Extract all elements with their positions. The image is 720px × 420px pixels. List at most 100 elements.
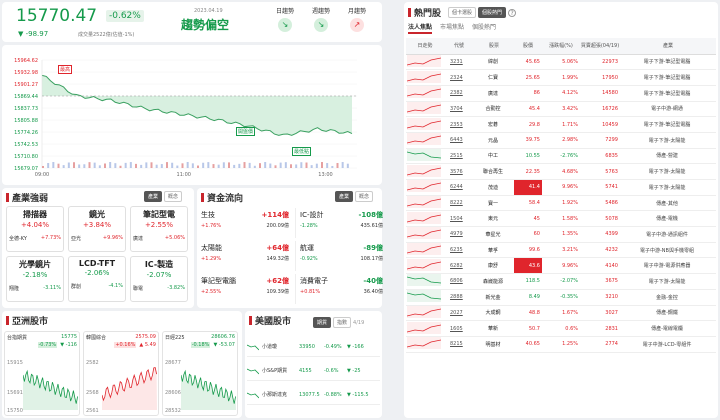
help-icon[interactable]: ?: [508, 8, 517, 17]
flow-item[interactable]: 太陽能 +64億 +1.29% 149.32億: [201, 241, 289, 271]
stock-name[interactable]: 寶一: [474, 195, 514, 212]
stock-name[interactable]: 廣達: [474, 85, 514, 102]
stock-name[interactable]: 康舒: [474, 257, 514, 275]
stock-name[interactable]: 東元: [474, 210, 514, 228]
tab-index[interactable]: 指數: [333, 317, 352, 328]
stock-code[interactable]: 3231: [444, 54, 474, 71]
table-row[interactable]: 8215 明基材 40.65 1.25% 2774 電子中游-LCD-零組件: [406, 336, 716, 353]
stock-code[interactable]: 2324: [444, 69, 474, 86]
col-header[interactable]: 漲跌幅(%): [542, 38, 580, 55]
table-row[interactable]: 1504 東元 45 1.58% 5078 傳產-電機: [406, 210, 716, 228]
stock-name[interactable]: 華星光: [474, 226, 514, 243]
ma-button-weekly[interactable]: 週趨勢 ↘: [306, 6, 336, 32]
stock-code[interactable]: 2515: [444, 148, 474, 165]
table-row[interactable]: 2382 廣達 86 4.12% 14580 電子下游-筆記型電腦: [406, 85, 716, 102]
table-row[interactable]: 4979 華星光 60 1.35% 4399 電子中游-通訊組件: [406, 226, 716, 243]
tab-industry[interactable]: 產業: [335, 191, 354, 202]
stock-code[interactable]: 6235: [444, 242, 474, 259]
col-header[interactable]: 股票: [474, 38, 514, 55]
toggle-card[interactable]: 個卡選股: [448, 7, 477, 18]
stock-code[interactable]: 6443: [444, 132, 474, 149]
stock-name[interactable]: 元晶: [474, 132, 514, 149]
stock-code[interactable]: 1504: [444, 210, 474, 228]
table-row[interactable]: 2515 中工 10.55 -2.76% 6835 傳產-營建: [406, 148, 716, 165]
stock-name[interactable]: 新光金: [474, 289, 514, 306]
asia-market-card[interactable]: 日經225 28606.76 -0.18% ▼ -53.07 28677 286…: [162, 331, 238, 416]
tab-industry[interactable]: 產業: [144, 191, 163, 202]
stock-code[interactable]: 6282: [444, 257, 474, 275]
stock-name[interactable]: 中工: [474, 148, 514, 165]
leader-stock[interactable]: 全德-KY: [9, 235, 27, 242]
ma-button-daily[interactable]: 日趨勢 ↘: [270, 6, 300, 32]
us-index-row[interactable]: 小S&P期貨 4155 -0.6% ▼ -25: [247, 361, 380, 381]
stock-name[interactable]: 聯合再生: [474, 163, 514, 180]
stock-code[interactable]: 2353: [444, 116, 474, 133]
stock-name[interactable]: 大成鋼: [474, 305, 514, 322]
tab-market[interactable]: 市場焦點: [440, 22, 464, 34]
table-row[interactable]: 6244 茂迪 41.4 9.96% 5741 電子下游-太陽能: [406, 179, 716, 196]
stock-code[interactable]: 3704: [444, 101, 474, 118]
stock-code[interactable]: 3576: [444, 163, 474, 180]
toggle-hot[interactable]: 個股熱門: [478, 7, 507, 18]
flow-item[interactable]: 筆記型電腦 +62億 +2.55% 109.39億: [201, 274, 289, 304]
table-row[interactable]: 3576 聯合再生 22.35 4.68% 5763 電子下游-太陽能: [406, 163, 716, 180]
table-row[interactable]: 6235 華孚 99.6 3.21% 4232 電子中游-NB與手機零組: [406, 242, 716, 259]
table-row[interactable]: 2353 宏碁 29.8 1.71% 10459 電子下游-筆記型電腦: [406, 116, 716, 133]
us-index-row[interactable]: 小道瓊 33950 -0.49% ▼ -166: [247, 337, 380, 357]
tab-concept[interactable]: 概念: [355, 191, 374, 202]
stock-code[interactable]: 2382: [444, 85, 474, 102]
stock-name[interactable]: 明基材: [474, 336, 514, 353]
tab-futures[interactable]: 期貨: [313, 317, 332, 328]
stock-name[interactable]: 緯創: [474, 54, 514, 71]
table-row[interactable]: 2888 新光金 8.49 -0.35% 3210 金融-金控: [406, 289, 716, 306]
stock-code[interactable]: 1605: [444, 320, 474, 337]
flow-item[interactable]: 生技 +114億 +1.76% 200.09億: [201, 208, 289, 238]
leader-stock[interactable]: 廣達: [133, 235, 143, 242]
flow-item[interactable]: 消費電子 -40億 +0.81% 36.40億: [295, 274, 383, 304]
flow-item[interactable]: 航運 -89億 -0.92% 108.17億: [295, 241, 383, 271]
industry-card[interactable]: 掃描器 +4.04% 全德-KY +7.73%: [6, 206, 64, 252]
stock-code[interactable]: 4979: [444, 226, 474, 243]
leader-stock[interactable]: 聯電: [133, 285, 143, 292]
table-row[interactable]: 8222 寶一 58.4 1.92% 5486 傳產-其他: [406, 195, 716, 212]
table-row[interactable]: 3231 緯創 45.65 5.06% 22973 電子下游-筆記型電腦: [406, 54, 716, 71]
stock-code[interactable]: 2027: [444, 305, 474, 322]
industry-card[interactable]: IC-製造 -2.07% 聯電 -3.82%: [130, 256, 188, 302]
col-header[interactable]: 買賣超張(04/19): [580, 38, 620, 55]
col-header[interactable]: 代號: [444, 38, 474, 55]
stock-name[interactable]: 森崴能源: [474, 273, 514, 290]
stock-name[interactable]: 宏碁: [474, 116, 514, 133]
stock-name[interactable]: 華新: [474, 320, 514, 337]
table-row[interactable]: 2324 仁寶 25.65 1.99% 17950 電子下游-筆記型電腦: [406, 69, 716, 86]
stock-name[interactable]: 合勤控: [474, 101, 514, 118]
leader-stock[interactable]: 翔隆: [9, 285, 19, 292]
tab-concept[interactable]: 概念: [164, 191, 183, 202]
asia-market-card[interactable]: 台指期貨 15775 -0.73% ▼ -116 15915 15691 157…: [4, 331, 80, 416]
stock-code[interactable]: 6244: [444, 179, 474, 196]
stock-name[interactable]: 茂迪: [474, 179, 514, 196]
table-row[interactable]: 6282 康舒 43.6 9.96% 4140 電子中游-電源供應器: [406, 257, 716, 275]
table-row[interactable]: 6806 森崴能源 118.5 -2.07% 3675 電子下游-太陽能: [406, 273, 716, 290]
stock-name[interactable]: 華孚: [474, 242, 514, 259]
table-row[interactable]: 3704 合勤控 45.4 3.42% 16726 電子中游-網通: [406, 101, 716, 118]
table-row[interactable]: 1605 華新 50.7 0.6% 2831 傳產-電線電纜: [406, 320, 716, 337]
industry-card[interactable]: 鏡光 +3.84% 亞光 +9.96%: [68, 206, 126, 252]
stock-code[interactable]: 8222: [444, 195, 474, 212]
industry-card[interactable]: 光學鏡片 -2.18% 翔隆 -3.11%: [6, 256, 64, 302]
ma-button-monthly[interactable]: 月趨勢 ↗: [342, 6, 372, 32]
leader-stock[interactable]: 亞光: [71, 235, 81, 242]
leader-stock[interactable]: 群創: [71, 283, 81, 290]
stock-code[interactable]: 2888: [444, 289, 474, 306]
industry-card[interactable]: 筆記型電 +2.55% 廣達 +5.06%: [130, 206, 188, 252]
stock-code[interactable]: 6806: [444, 273, 474, 290]
asia-market-card[interactable]: 韓國綜合 2575.09 +0.16% ▲ 5.49 2582 2568 256…: [83, 331, 159, 416]
stock-code[interactable]: 8215: [444, 336, 474, 353]
industry-card[interactable]: LCD-TFT -2.06% 群創 -4.1%: [68, 256, 126, 302]
us-index-row[interactable]: 小那斯達克 13077.5 -0.88% ▼ -115.5: [247, 385, 380, 405]
tab-stock-hot[interactable]: 個股熱門: [472, 22, 496, 34]
flow-item[interactable]: IC-設計 -108億 -1.28% 435.61億: [295, 208, 383, 238]
tab-institutional[interactable]: 法人焦點: [408, 22, 433, 34]
stock-name[interactable]: 仁寶: [474, 69, 514, 86]
table-row[interactable]: 2027 大成鋼 48.8 1.67% 3027 傳產-鋼鐵: [406, 305, 716, 322]
table-row[interactable]: 6443 元晶 39.75 2.98% 7299 電子下游-太陽能: [406, 132, 716, 149]
